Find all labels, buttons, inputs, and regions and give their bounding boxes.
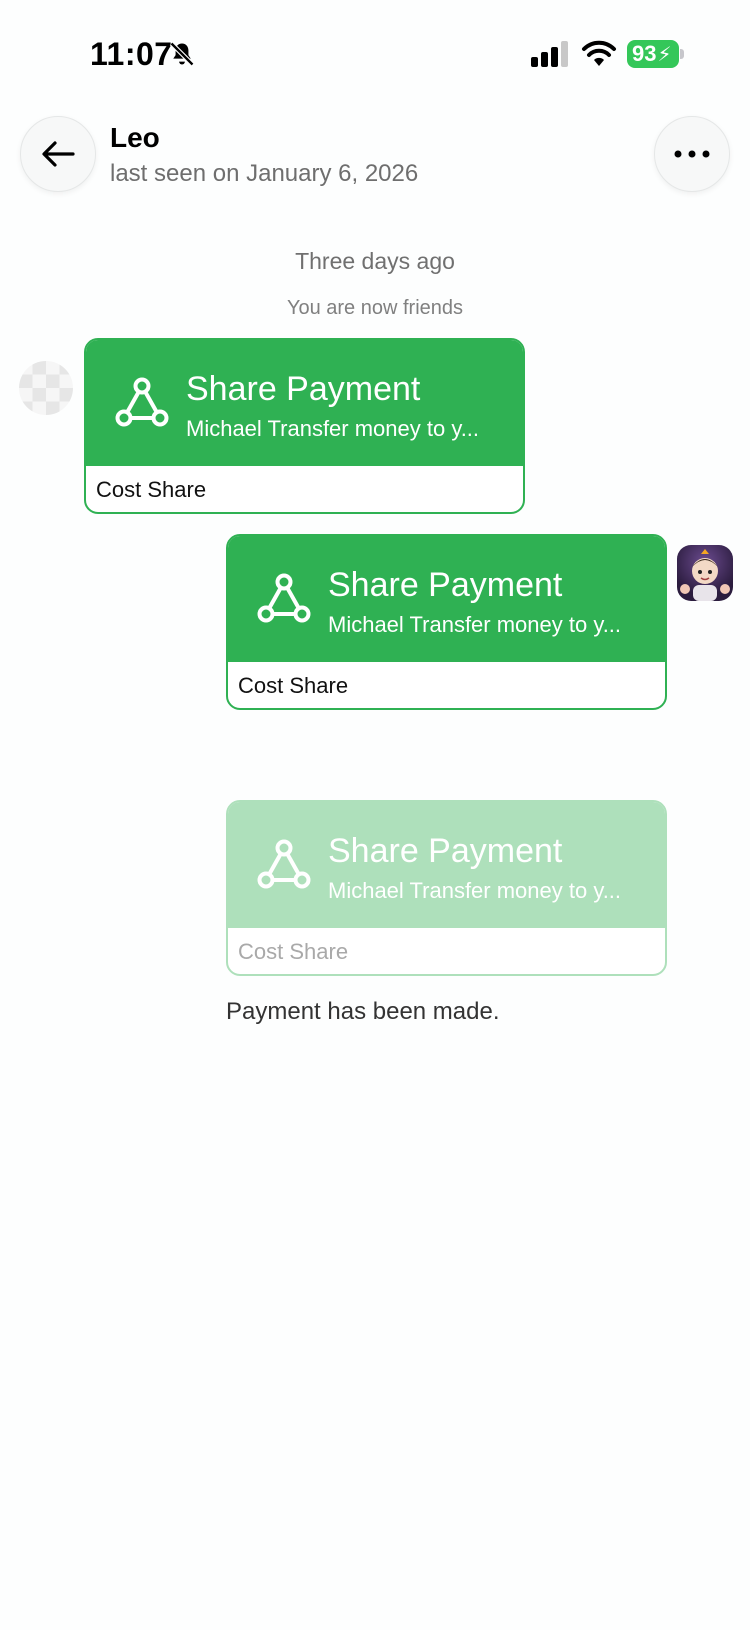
- back-button[interactable]: [20, 116, 96, 192]
- card-footer-label: Cost Share: [96, 477, 207, 502]
- share-network-icon: [257, 573, 311, 623]
- last-seen-status: last seen on January 6, 2026: [110, 160, 419, 187]
- share-payment-card[interactable]: Share Payment Michael Transfer money to …: [226, 534, 667, 710]
- share-payment-card-completed[interactable]: Share Payment Michael Transfer money to …: [226, 800, 667, 976]
- card-header: Share Payment Michael Transfer money to …: [228, 536, 665, 662]
- battery-level: 93: [632, 41, 657, 66]
- card-footer-label: Cost Share: [238, 939, 349, 964]
- contact-name[interactable]: Leo: [110, 122, 160, 154]
- date-separator: Three days ago: [295, 248, 455, 274]
- status-bar: 11:07 93 ⚡: [0, 0, 750, 110]
- card-title: Share Payment: [328, 566, 563, 604]
- card-header: Share Payment Michael Transfer money to …: [86, 340, 523, 466]
- card-subtitle: Michael Transfer money to y...: [328, 878, 622, 903]
- contact-avatar[interactable]: [19, 361, 73, 415]
- share-network-icon: [257, 839, 311, 889]
- card-title: Share Payment: [186, 370, 421, 408]
- friends-notice: You are now friends: [286, 297, 464, 319]
- battery-icon: 93 ⚡: [627, 40, 679, 68]
- bell-slash-icon: [169, 41, 195, 67]
- user-avatar[interactable]: [677, 545, 733, 601]
- payment-status-note: Payment has been made.: [226, 998, 500, 1025]
- share-payment-card[interactable]: Share Payment Michael Transfer money to …: [84, 338, 525, 514]
- status-time: 11:07: [90, 36, 173, 72]
- more-dots-icon: [674, 150, 710, 158]
- card-title: Share Payment: [328, 832, 563, 870]
- share-network-icon: [115, 377, 169, 427]
- card-header: Share Payment Michael Transfer money to …: [228, 802, 665, 928]
- more-options-button[interactable]: [654, 116, 730, 192]
- wifi-icon: [582, 40, 616, 66]
- card-subtitle: Michael Transfer money to y...: [186, 416, 480, 441]
- card-subtitle: Michael Transfer money to y...: [328, 612, 622, 637]
- arrow-left-icon: [42, 141, 75, 167]
- battery-cap: [680, 49, 684, 59]
- signal-icon: [531, 41, 568, 67]
- card-footer-label: Cost Share: [238, 673, 349, 698]
- avatar-character-image: [680, 549, 730, 601]
